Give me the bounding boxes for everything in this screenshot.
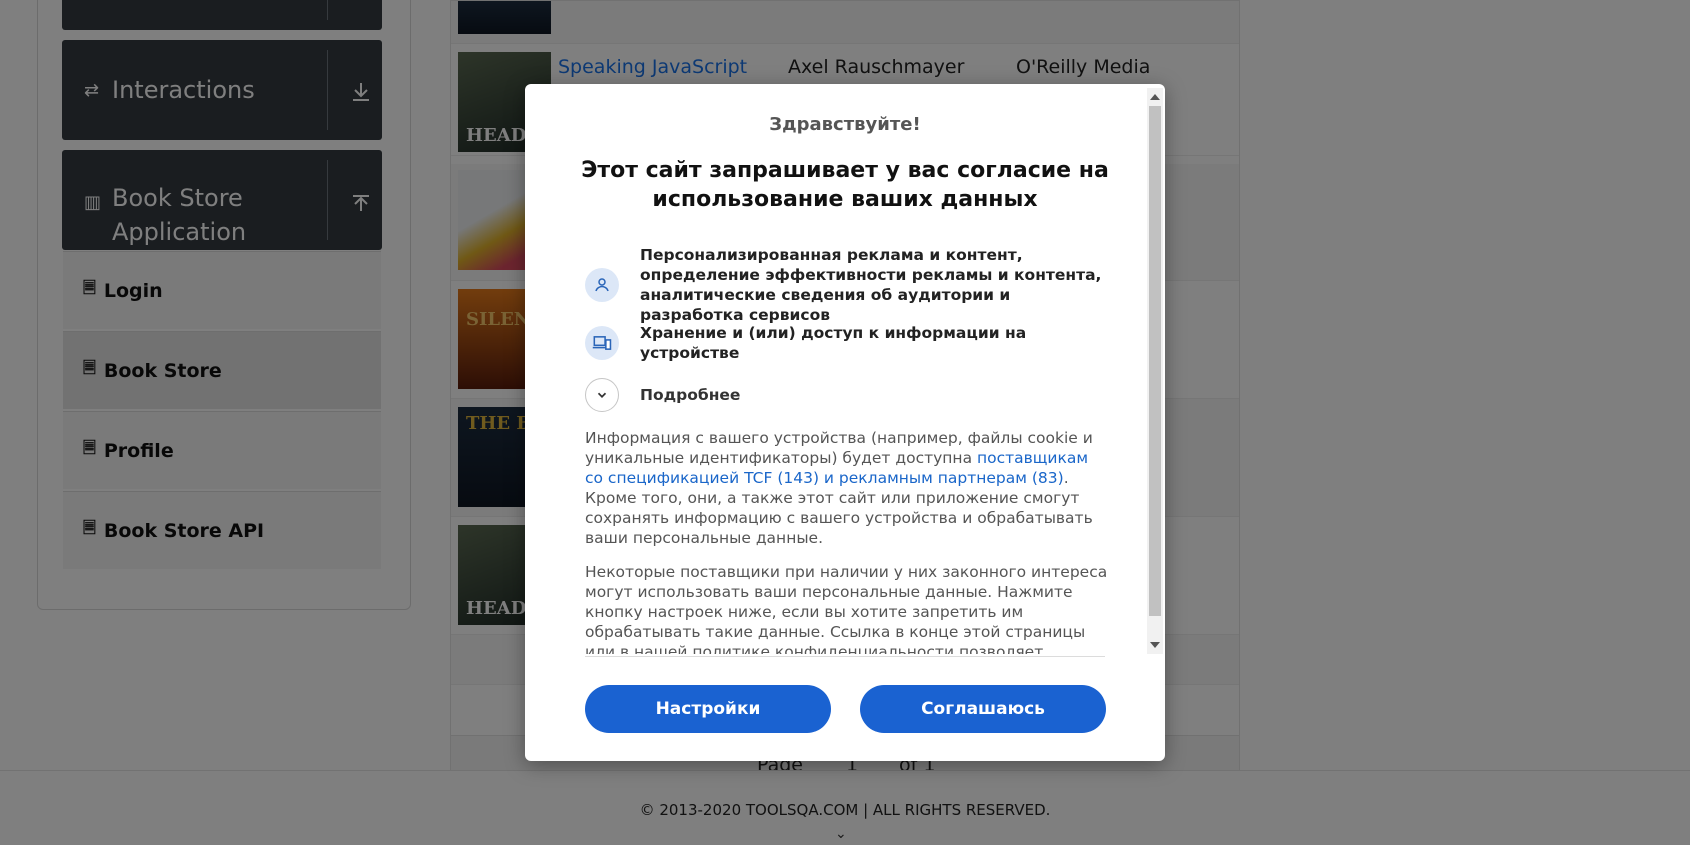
purpose-text: Персонализированная реклама и контент, о… <box>640 246 1102 324</box>
purpose-text: Хранение и (или) доступ к информации на … <box>640 324 1027 362</box>
consent-greeting: Здравствуйте! <box>769 114 921 135</box>
dialog-scrollbar[interactable] <box>1147 88 1163 654</box>
consent-dialog: Здравствуйте! Этот сайт запрашивает у ва… <box>525 84 1165 761</box>
settings-button[interactable]: Настройки <box>585 685 831 733</box>
legitimate-interest-paragraph: Некоторые поставщики при наличии у них з… <box>585 563 1108 654</box>
devices-icon <box>585 326 619 360</box>
chevron-down-icon[interactable] <box>585 378 619 412</box>
consent-info-paragraph: Информация с вашего устройства (например… <box>585 428 1110 548</box>
purpose-storage: Хранение и (или) доступ к информации на … <box>585 323 1105 363</box>
purpose-personalized-ads: Персонализированная реклама и контент, о… <box>585 245 1105 325</box>
consent-headline: Этот сайт запрашивает у вас согласие на … <box>581 158 1109 212</box>
divider <box>585 656 1105 657</box>
more-details-label: Подробнее <box>640 386 741 404</box>
scroll-down-arrow-icon[interactable] <box>1150 642 1160 648</box>
scroll-up-arrow-icon[interactable] <box>1150 94 1160 100</box>
person-icon <box>585 268 619 302</box>
agree-button[interactable]: Соглашаюсь <box>860 685 1106 733</box>
more-details-toggle[interactable]: Подробнее <box>585 378 1105 412</box>
scrollbar-thumb[interactable] <box>1149 106 1161 616</box>
consent-scroll-area[interactable]: Здравствуйте! Этот сайт запрашивает у ва… <box>525 84 1147 654</box>
